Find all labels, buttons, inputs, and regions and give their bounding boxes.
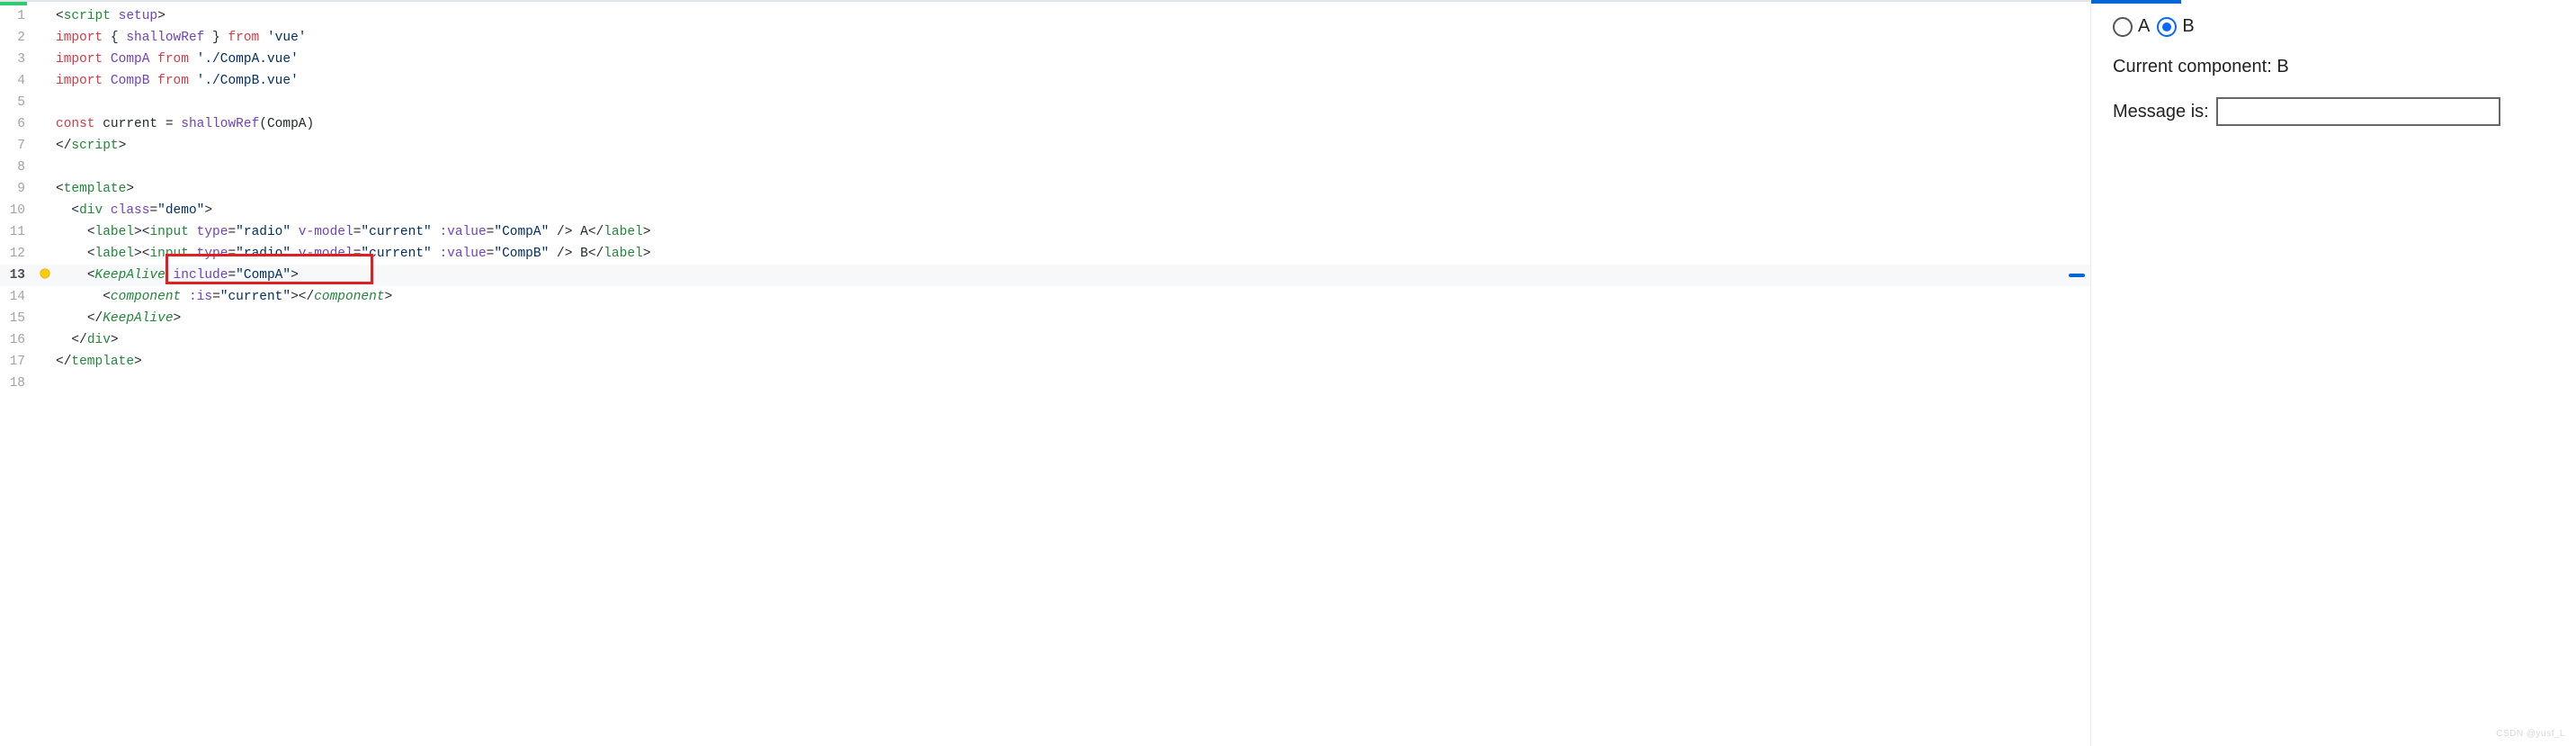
preview-tab-active-indicator	[2091, 0, 2181, 4]
code-line[interactable]: 4 import CompB from './CompB.vue'	[0, 70, 2090, 92]
radio-a-label: A	[2138, 16, 2150, 37]
code-line[interactable]: 12 <label><input type="radio" v-model="c…	[0, 243, 2090, 265]
code-content[interactable]: <label><input type="radio" v-model="curr…	[54, 221, 2090, 243]
code-content[interactable]: </template>	[54, 351, 2090, 373]
change-marker	[2069, 274, 2085, 277]
line-number: 18	[0, 373, 36, 394]
line-number: 4	[0, 70, 36, 92]
line-number: 11	[0, 221, 36, 243]
code-content[interactable]: import { shallowRef } from 'vue'	[54, 27, 2090, 49]
line-number: 14	[0, 286, 36, 308]
code-line[interactable]: 7 </script>	[0, 135, 2090, 157]
code-line[interactable]: 16 </div>	[0, 329, 2090, 351]
line-number: 5	[0, 92, 36, 113]
code-content[interactable]: </KeepAlive>	[54, 308, 2090, 329]
code-line[interactable]: 17 </template>	[0, 351, 2090, 373]
line-number: 6	[0, 113, 36, 135]
radio-option-b[interactable]: B	[2157, 16, 2194, 37]
code-content[interactable]: const current = shallowRef(CompA)	[54, 113, 2090, 135]
code-line[interactable]: 10 <div class="demo">	[0, 200, 2090, 221]
code-content[interactable]: <script setup>	[54, 5, 2090, 27]
code-content[interactable]: <component :is="current"></component>	[54, 286, 2090, 308]
line-number: 16	[0, 329, 36, 351]
code-content[interactable]: <div class="demo">	[54, 200, 2090, 221]
message-input[interactable]	[2216, 97, 2500, 126]
code-line[interactable]: 1 <script setup>	[0, 5, 2090, 27]
code-line[interactable]: 14 <component :is="current"></component>	[0, 286, 2090, 308]
line-number: 1	[0, 5, 36, 27]
code-line[interactable]: 18	[0, 373, 2090, 394]
current-component-value: B	[2276, 57, 2288, 76]
code-line[interactable]: 13 <KeepAlive include="CompA">	[0, 265, 2090, 286]
code-editor[interactable]: 1 <script setup> 2 import { shallowRef } fr…	[0, 0, 2090, 746]
radio-option-a[interactable]: A	[2113, 16, 2150, 37]
radio-b-indicator[interactable]	[2157, 17, 2177, 37]
code-content[interactable]: import CompB from './CompB.vue'	[54, 70, 2090, 92]
code-line[interactable]: 6 const current = shallowRef(CompA)	[0, 113, 2090, 135]
code-content[interactable]: <label><input type="radio" v-model="curr…	[54, 243, 2090, 265]
code-content[interactable]: </script>	[54, 135, 2090, 157]
code-line[interactable]: 8	[0, 157, 2090, 178]
message-line: Message is:	[2113, 97, 2554, 126]
line-number: 17	[0, 351, 36, 373]
code-content[interactable]: <template>	[54, 178, 2090, 200]
message-label: Message is:	[2113, 102, 2209, 122]
code-line[interactable]: 5	[0, 92, 2090, 113]
current-component-label: Current component:	[2113, 57, 2272, 76]
line-number: 12	[0, 243, 36, 265]
radio-a-indicator[interactable]	[2113, 17, 2133, 37]
line-number: 3	[0, 49, 36, 70]
preview-pane: A B Current component: B Message is: CSD…	[2090, 0, 2576, 746]
code-line[interactable]: 15 </KeepAlive>	[0, 308, 2090, 329]
code-line[interactable]: 11 <label><input type="radio" v-model="c…	[0, 221, 2090, 243]
watermark-text: CSDN @yusf_L	[2496, 729, 2565, 739]
code-content[interactable]: <KeepAlive include="CompA">	[54, 265, 2090, 286]
line-number: 15	[0, 308, 36, 329]
code-content[interactable]: import CompA from './CompA.vue'	[54, 49, 2090, 70]
line-number: 9	[0, 178, 36, 200]
component-radio-group: A B	[2113, 16, 2554, 37]
line-number: 13	[0, 265, 36, 286]
current-component-line: Current component: B	[2113, 57, 2554, 77]
line-number: 7	[0, 135, 36, 157]
lightbulb-icon[interactable]	[40, 269, 49, 278]
line-number: 2	[0, 27, 36, 49]
line-number: 10	[0, 200, 36, 221]
radio-b-label: B	[2182, 16, 2194, 37]
hint-gutter	[36, 265, 54, 286]
code-line[interactable]: 9 <template>	[0, 178, 2090, 200]
code-content[interactable]: </div>	[54, 329, 2090, 351]
line-number: 8	[0, 157, 36, 178]
code-line[interactable]: 2 import { shallowRef } from 'vue'	[0, 27, 2090, 49]
code-line[interactable]: 3 import CompA from './CompA.vue'	[0, 49, 2090, 70]
